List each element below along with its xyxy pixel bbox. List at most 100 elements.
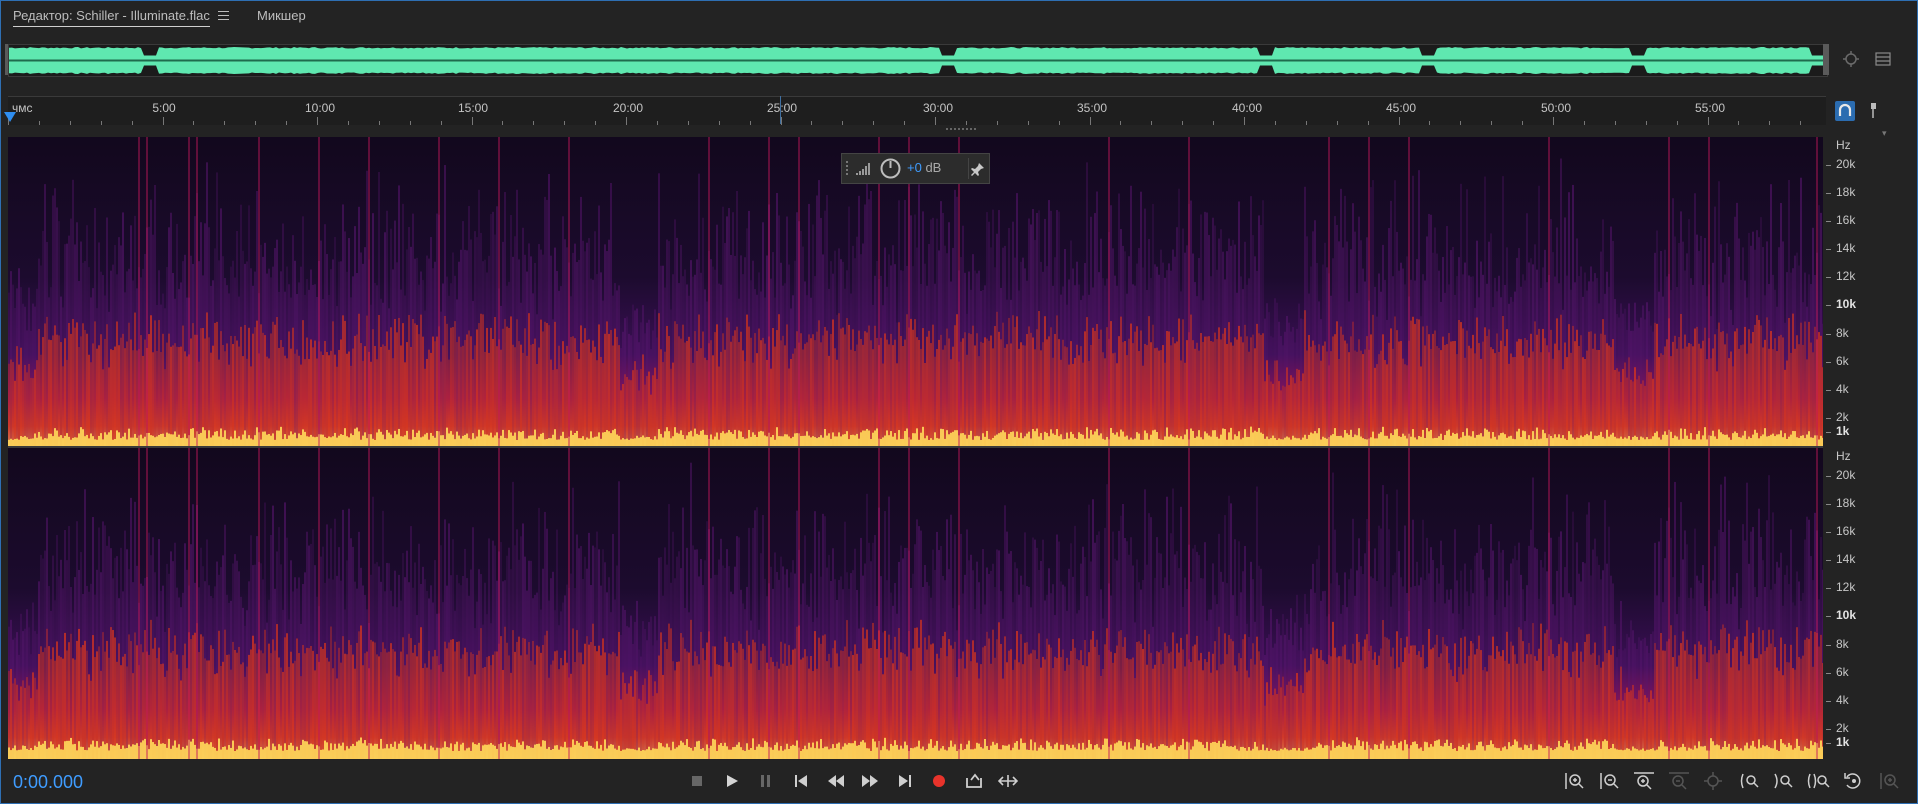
gain-hud[interactable]: +0 dB	[841, 153, 990, 184]
ruler-label: 50:00	[1540, 101, 1572, 115]
ruler-tick	[131, 121, 133, 125]
zoom-in-time-button[interactable]	[1630, 769, 1658, 793]
zoom-in-point-in-button[interactable]	[1735, 769, 1763, 793]
frequency-tick	[1826, 221, 1831, 222]
zoom-out-time-icon	[1669, 772, 1689, 790]
frequency-tick	[1826, 390, 1831, 391]
ruler-tick	[749, 121, 751, 125]
snap-magnet-icon[interactable]	[1835, 101, 1855, 121]
ruler-tick	[1429, 121, 1431, 125]
frequency-scale-bottom[interactable]: Hz 20k 18k 16k 14k 12k 10k 8k 6k 4k 2k 1k	[1826, 448, 1906, 759]
fast-forward-icon	[862, 775, 878, 787]
gain-knob-icon[interactable]	[879, 157, 902, 180]
frequency-label: 4k	[1836, 382, 1849, 396]
ruler-tick	[193, 121, 195, 125]
panel-menu-icon[interactable]	[218, 11, 229, 20]
frequency-unit: Hz	[1836, 138, 1851, 152]
gain-readout[interactable]: +0 dB	[907, 160, 941, 175]
stop-button[interactable]	[684, 770, 710, 792]
fast-forward-button[interactable]	[857, 770, 883, 792]
frequency-label: 20k	[1836, 157, 1856, 171]
go-to-end-button[interactable]	[892, 770, 918, 792]
list-view-icon[interactable]	[1874, 50, 1892, 68]
hud-separator	[968, 158, 969, 179]
marker-pin-icon[interactable]	[1864, 101, 1882, 119]
zoom-in-point-out-icon	[1774, 773, 1793, 789]
frequency-tick	[1826, 249, 1831, 250]
zoom-selection-button[interactable]	[1805, 769, 1833, 793]
ruler-tick	[1336, 121, 1338, 125]
ruler-tick	[965, 121, 967, 125]
frequency-tick	[1826, 334, 1831, 335]
frequency-tick	[1826, 743, 1831, 744]
pin-icon[interactable]	[971, 162, 985, 176]
ruler-tick	[502, 121, 504, 125]
pause-icon	[761, 775, 770, 787]
zoom-reset-button[interactable]	[1840, 769, 1868, 793]
current-time-display[interactable]: 0:00.000	[13, 772, 83, 793]
zoom-tracks-icon	[1880, 773, 1899, 789]
ruler-tick	[1274, 121, 1276, 125]
ruler-tick	[38, 121, 40, 125]
frequency-scale-top[interactable]: Hz 20k 18k 16k 14k 12k 10k 8k 6k 4k 2k 1k	[1826, 137, 1906, 448]
pause-button[interactable]	[753, 770, 779, 792]
ruler-tick	[317, 117, 318, 125]
spectrogram-right-channel[interactable]	[8, 448, 1823, 759]
ruler-tick	[1213, 121, 1215, 125]
zoom-in-amplitude-icon	[1565, 773, 1584, 789]
loop-playback-button[interactable]	[961, 770, 987, 792]
ruler-tick	[1553, 117, 1554, 125]
zoom-in-amplitude-button[interactable]	[1560, 769, 1588, 793]
playhead-line	[780, 96, 781, 124]
ruler-tick	[1522, 121, 1524, 125]
ruler-tick	[564, 121, 566, 125]
hud-grip[interactable]	[846, 161, 851, 175]
ruler-tick	[1738, 121, 1740, 125]
ruler-tick	[471, 117, 473, 125]
zoom-out-time-button[interactable]	[1665, 769, 1693, 793]
rewind-button[interactable]	[823, 770, 849, 792]
ruler-tick	[904, 121, 906, 125]
ruler-tick	[1583, 121, 1585, 125]
zoom-out-amplitude-button[interactable]	[1595, 769, 1623, 793]
skip-selection-button[interactable]	[995, 770, 1021, 792]
ruler-tick	[378, 121, 380, 125]
ruler-tick	[1614, 121, 1616, 125]
ruler-tick	[626, 117, 627, 125]
frequency-label: 12k	[1836, 580, 1856, 594]
zoom-selection-icon	[1807, 773, 1830, 789]
ruler-resize-grip[interactable]	[946, 128, 976, 135]
zoom-tracks-button[interactable]	[1875, 769, 1903, 793]
zoom-navigator-icon[interactable]	[1842, 50, 1860, 68]
ruler-tick	[996, 121, 998, 125]
overview-waveform[interactable]	[8, 44, 1828, 77]
frequency-tick	[1826, 560, 1831, 561]
tab-mixer[interactable]: Микшер	[257, 8, 306, 23]
ruler-label: 10:00	[304, 101, 336, 115]
play-button[interactable]	[719, 770, 745, 792]
rewind-icon	[828, 775, 844, 787]
overview-right-handle[interactable]	[1823, 44, 1829, 75]
playhead-marker[interactable]	[4, 112, 16, 122]
frequency-label: 6k	[1836, 665, 1849, 679]
ruler-tick	[687, 121, 689, 125]
go-to-start-button[interactable]	[788, 770, 814, 792]
zoom-in-point-out-button[interactable]	[1770, 769, 1798, 793]
zoom-reset-icon	[1844, 773, 1861, 789]
stop-icon	[692, 776, 702, 786]
ruler-tick	[1120, 121, 1122, 125]
ruler-label: 25:00	[766, 101, 798, 115]
tab-editor[interactable]: Редактор: Schiller - Illuminate.flac	[13, 8, 210, 27]
time-ruler[interactable]: чмс 5:00 10:00 15:00 20:00 25:00 30:00 3…	[8, 96, 1826, 125]
frequency-tick	[1826, 504, 1831, 505]
frequency-unit: Hz	[1836, 449, 1851, 463]
frequency-label: 2k	[1836, 721, 1849, 735]
frequency-label: 8k	[1836, 637, 1849, 651]
frequency-tick	[1826, 432, 1831, 433]
zoom-out-full-button[interactable]	[1700, 769, 1728, 793]
record-button[interactable]	[926, 770, 952, 792]
frequency-tick	[1826, 532, 1831, 533]
ruler-tick	[595, 121, 597, 125]
go-to-end-icon	[899, 775, 911, 787]
zoom-out-full-icon	[1704, 772, 1722, 790]
